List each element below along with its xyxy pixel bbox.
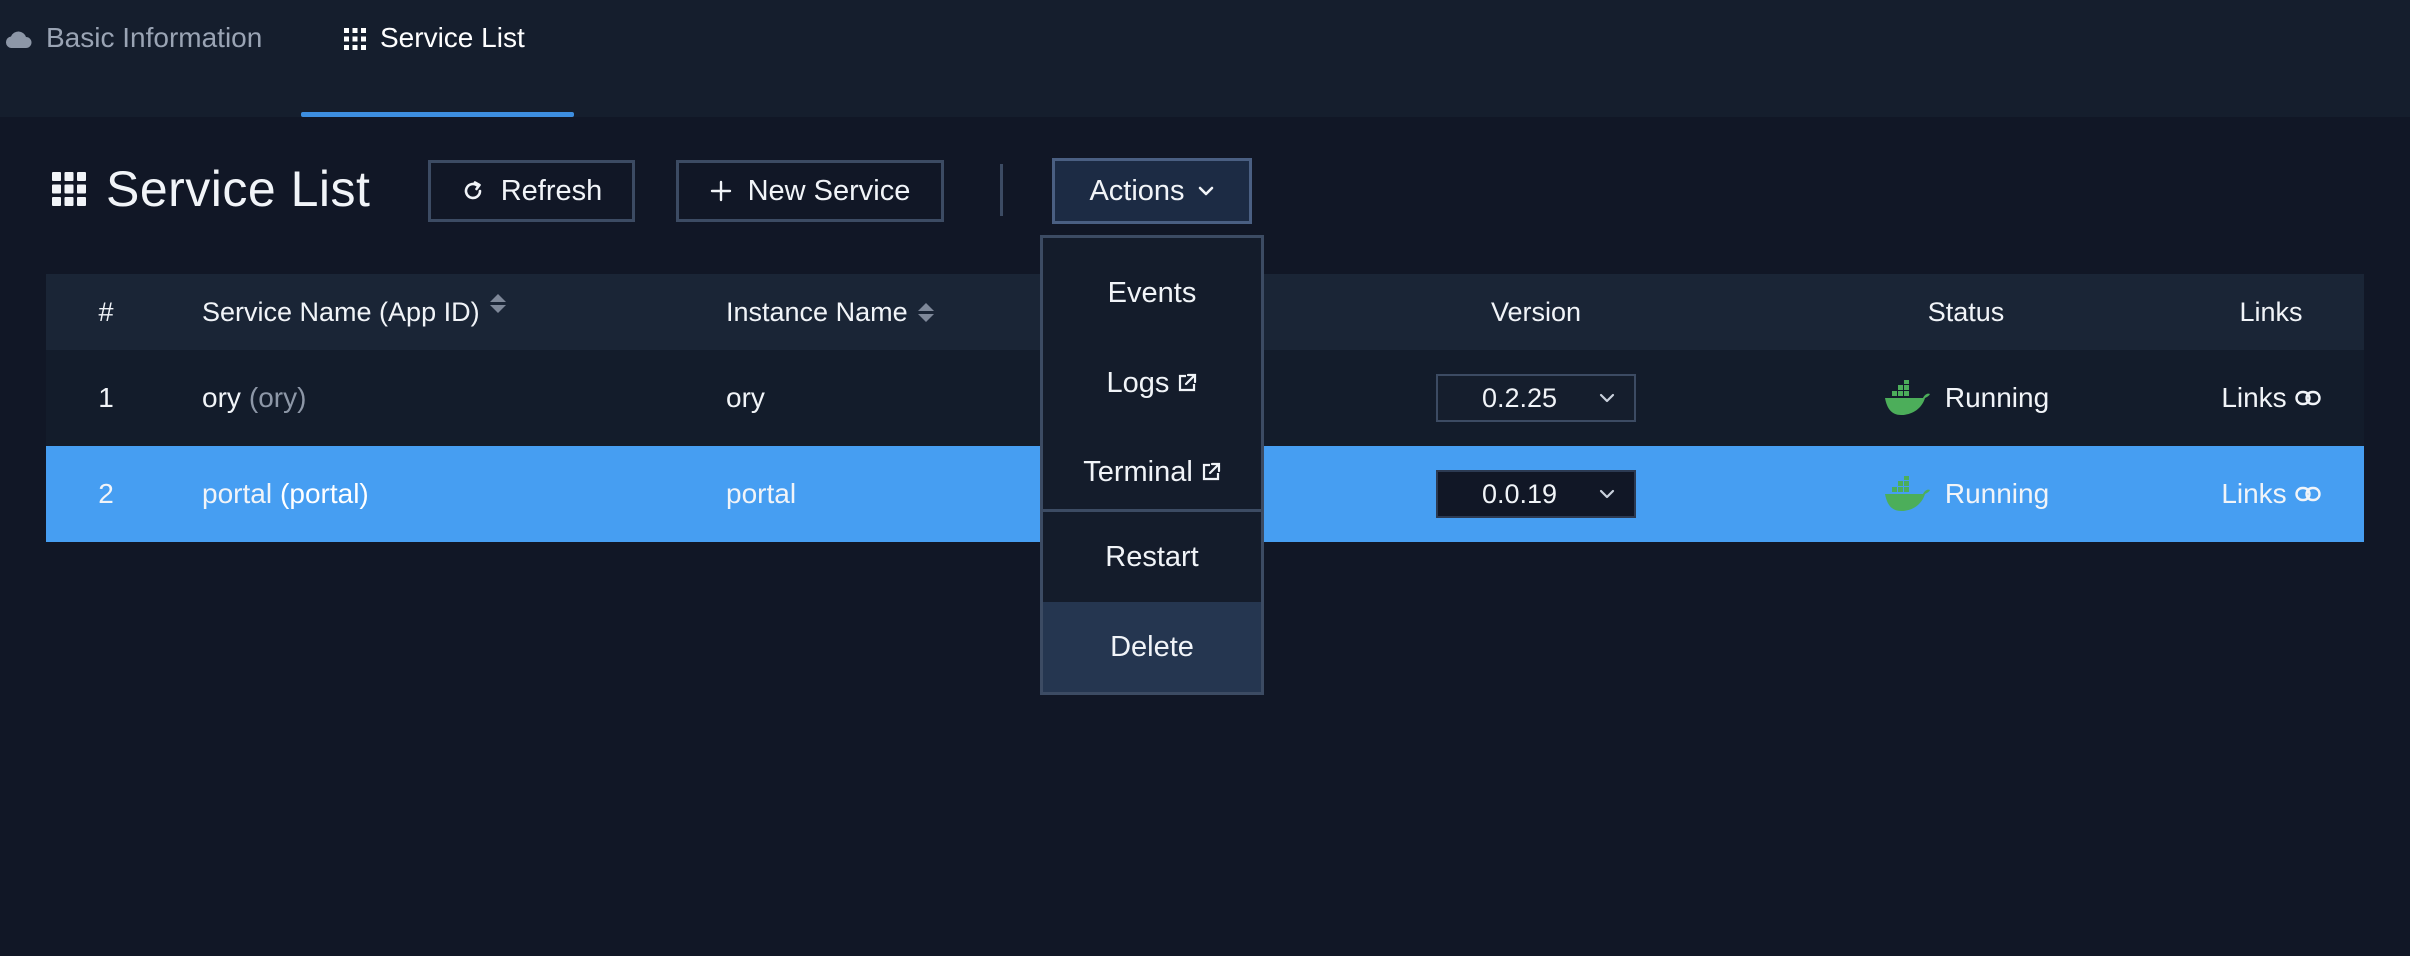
page-title-text: Service List: [106, 161, 371, 217]
menu-item-label: Logs: [1106, 366, 1170, 399]
version-value: 0.2.25: [1482, 382, 1558, 413]
column-header-service-name[interactable]: Service Name (App ID): [202, 274, 506, 350]
app-id-text: (ory): [248, 382, 307, 413]
tab-label: Basic Information: [46, 22, 263, 53]
service-name: ory (ory): [202, 350, 306, 446]
actions-menu: Events Logs Terminal Restart Delete: [1040, 235, 1264, 695]
link-icon: [2294, 390, 2321, 406]
menu-item-label: Terminal: [1083, 455, 1193, 488]
sort-icon[interactable]: [917, 302, 934, 322]
refresh-label: Refresh: [500, 174, 603, 207]
column-header-label: Service Name (App ID): [202, 296, 480, 327]
row-number: 2: [98, 478, 114, 509]
links-link[interactable]: Links: [2221, 478, 2321, 510]
tab-bar: Basic Information Service List: [0, 0, 2410, 117]
menu-item-label: Events: [1107, 276, 1197, 309]
links-cell: Links: [2106, 350, 2410, 446]
menu-item-label: Restart: [1105, 540, 1199, 573]
page-title: Service List: [52, 160, 370, 218]
service-name-text: ory: [202, 382, 241, 413]
menu-item-logs[interactable]: Logs: [1043, 353, 1261, 413]
grid-icon: [344, 22, 366, 56]
menu-item-restart[interactable]: Restart: [1043, 512, 1261, 602]
version-select[interactable]: 0.2.25: [1436, 374, 1636, 422]
refresh-icon: [461, 179, 485, 203]
chevron-down-icon: [1598, 488, 1616, 500]
menu-item-label: Delete: [1110, 630, 1194, 663]
grid-icon: [52, 172, 86, 206]
docker-icon: [1883, 476, 1931, 512]
status-text: Running: [1944, 478, 2050, 509]
instance-name: ory: [726, 382, 765, 413]
column-header-instance-name[interactable]: Instance Name: [726, 274, 934, 350]
plus-icon: [710, 180, 732, 202]
row-number: 1: [98, 382, 114, 413]
new-service-label: New Service: [747, 174, 911, 207]
version-select[interactable]: 0.0.19: [1436, 470, 1636, 518]
chevron-down-icon: [1197, 185, 1215, 197]
links-link[interactable]: Links: [2221, 382, 2321, 414]
external-link-icon: [1201, 462, 1221, 482]
docker-icon: [1883, 380, 1931, 416]
tab-basic-information[interactable]: Basic Information: [4, 0, 262, 117]
menu-item-events[interactable]: Events: [1043, 263, 1261, 323]
column-header-version: Version: [1490, 296, 1582, 327]
cloud-icon: [4, 22, 32, 56]
service-name: portal (portal): [202, 446, 369, 542]
actions-label: Actions: [1089, 174, 1185, 207]
version-cell: 0.0.19: [1346, 446, 1726, 542]
external-link-icon: [1177, 373, 1197, 393]
links-label: Links: [2221, 382, 2287, 413]
service-name-text: portal: [202, 478, 273, 509]
app-id-text: (portal): [280, 478, 369, 509]
tab-service-list[interactable]: Service List: [301, 0, 574, 117]
instance-name: portal: [726, 478, 797, 509]
column-header-links: Links: [2239, 296, 2303, 327]
links-cell: Links: [2106, 446, 2410, 542]
new-service-button[interactable]: New Service: [676, 160, 944, 222]
tab-label: Service List: [380, 22, 525, 53]
column-header-number: #: [98, 296, 114, 327]
version-cell: 0.2.25: [1346, 350, 1726, 446]
active-tab-indicator: [301, 112, 574, 117]
chevron-down-icon: [1598, 392, 1616, 404]
version-value: 0.0.19: [1482, 478, 1558, 509]
sort-icon[interactable]: [489, 293, 506, 313]
actions-dropdown-button[interactable]: Actions: [1052, 158, 1252, 224]
toolbar-divider: [1000, 164, 1003, 216]
menu-item-delete[interactable]: Delete: [1043, 602, 1261, 692]
column-header-label: Instance Name: [726, 296, 908, 327]
status-text: Running: [1944, 382, 2050, 413]
refresh-button[interactable]: Refresh: [428, 160, 635, 222]
links-label: Links: [2221, 478, 2287, 509]
link-icon: [2294, 486, 2321, 502]
menu-item-terminal[interactable]: Terminal: [1043, 442, 1261, 502]
